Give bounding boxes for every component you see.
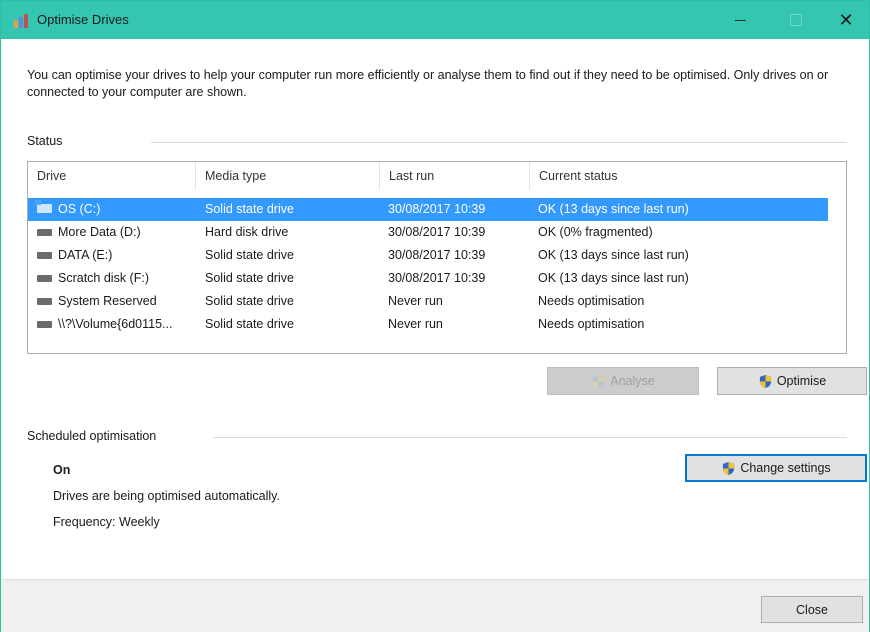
scheduled-optimisation-label: Scheduled optimisation [27,429,157,443]
close-icon: ✕ [838,9,854,30]
intro-text: You can optimise your drives to help you… [27,68,829,99]
analyse-label: Analyse [610,374,655,388]
drive-row[interactable]: Scratch disk (F:) Solid state drive 30/0… [28,267,828,290]
drive-row[interactable]: OS (C:) Solid state drive 30/08/2017 10:… [28,198,828,221]
drive-name: More Data (D:) [58,225,141,239]
minimize-button[interactable] [717,1,763,39]
last-run: 30/08/2017 10:39 [388,271,486,285]
last-run: 30/08/2017 10:39 [388,202,486,216]
minimize-icon [734,19,746,21]
column-header-drive[interactable]: Drive [28,162,195,190]
window-title: Optimise Drives [37,12,129,27]
close-button[interactable]: Close [761,596,863,623]
drives-list[interactable]: Drive Media type Last run Current status… [27,161,847,354]
column-header-media-type[interactable]: Media type [195,162,379,190]
column-header-last-run[interactable]: Last run [379,162,529,190]
drive-row[interactable]: System Reserved Solid state drive Never … [28,290,828,313]
schedule-description: Drives are being optimised automatically… [53,489,280,503]
current-status: Needs optimisation [538,294,645,308]
last-run: Never run [388,317,443,331]
drive-row[interactable]: \\?\Volume{6d0115... Solid state drive N… [28,313,828,336]
change-settings-label: Change settings [740,461,831,475]
uac-shield-icon [723,461,735,475]
drive-name: \\?\Volume{6d0115... [58,317,173,331]
title-bar[interactable]: Optimise Drives ✕ [1,1,869,39]
close-label: Close [796,602,828,617]
status-divider [151,142,847,143]
maximize-icon [790,14,802,26]
media-type: Solid state drive [205,271,294,285]
drive-name: Scratch disk (F:) [58,271,149,285]
drive-name: System Reserved [58,294,157,308]
last-run: 30/08/2017 10:39 [388,225,486,239]
media-type: Solid state drive [205,294,294,308]
footer-bar: Close [1,579,869,632]
change-settings-button[interactable]: Change settings [685,454,867,482]
drive-icon [37,229,52,236]
scheduled-divider [213,437,847,438]
close-window-button[interactable]: ✕ [823,1,869,39]
current-status: OK (13 days since last run) [538,202,689,216]
column-header-current-status[interactable]: Current status [529,162,829,190]
optimise-drives-app-icon [14,14,28,28]
os-drive-icon [35,200,52,213]
current-status: OK (13 days since last run) [538,271,689,285]
current-status: OK (0% fragmented) [538,225,653,239]
schedule-state: On [53,463,71,477]
media-type: Solid state drive [205,202,294,216]
current-status: Needs optimisation [538,317,645,331]
schedule-frequency: Frequency: Weekly [53,515,160,529]
drive-row[interactable]: More Data (D:) Hard disk drive 30/08/201… [28,221,828,244]
current-status: OK (13 days since last run) [538,248,689,262]
optimise-button[interactable]: Optimise [717,367,867,395]
drive-icon [37,275,52,282]
status-label: Status [27,134,63,148]
optimise-drives-window: Optimise Drives ✕ You can optimise your … [0,0,870,632]
drive-icon [37,298,52,305]
uac-shield-icon [593,374,605,388]
drive-icon [37,252,52,259]
drive-icon [37,321,52,328]
analyse-button[interactable]: Analyse [547,367,699,395]
last-run: 30/08/2017 10:39 [388,248,486,262]
list-header: Drive Media type Last run Current status [28,162,846,190]
drive-name: OS (C:) [58,202,101,216]
media-type: Solid state drive [205,317,294,331]
uac-shield-icon [759,374,771,388]
maximize-button[interactable] [773,1,819,39]
media-type: Hard disk drive [205,225,289,239]
media-type: Solid state drive [205,248,294,262]
drive-row[interactable]: DATA (E:) Solid state drive 30/08/2017 1… [28,244,828,267]
drive-name: DATA (E:) [58,248,113,262]
optimise-label: Optimise [776,374,827,388]
last-run: Never run [388,294,443,308]
